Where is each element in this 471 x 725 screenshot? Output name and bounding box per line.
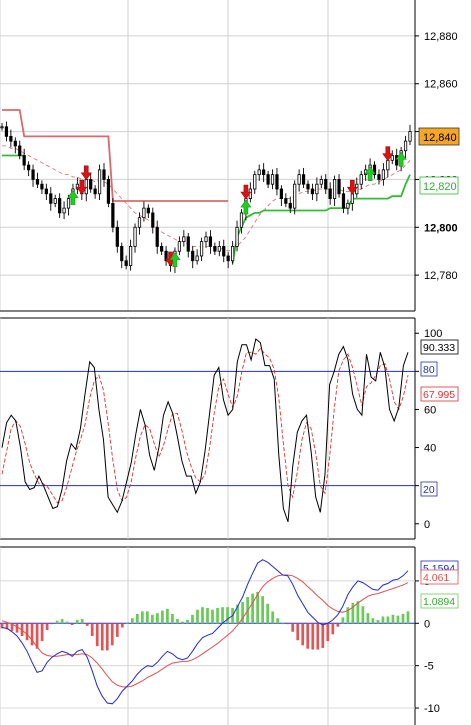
macd-histogram-bar[interactable] xyxy=(181,621,184,624)
macd-histogram-bar[interactable] xyxy=(266,603,270,624)
macd-histogram-bar[interactable] xyxy=(115,623,119,637)
macd-histogram-bar[interactable] xyxy=(80,619,84,624)
macd-histogram-bar[interactable] xyxy=(196,609,199,624)
stoch-level-20-tag: 20 xyxy=(420,481,438,497)
macd-histogram-bar[interactable] xyxy=(161,610,164,624)
stoch-tick-label: 0 xyxy=(424,519,430,531)
macd-histogram-bar[interactable] xyxy=(291,623,295,632)
macd-tick-label: -10 xyxy=(424,703,440,715)
macd-histogram-bar[interactable] xyxy=(100,623,104,651)
macd-histogram-bar[interactable] xyxy=(110,623,114,646)
stoch-d-tag: 67.995 xyxy=(420,386,459,402)
macd-histogram-bar[interactable] xyxy=(206,608,209,624)
macd-histogram-bar[interactable] xyxy=(311,623,315,650)
macd-histogram-bar[interactable] xyxy=(406,611,410,624)
histogram-tag: 1.0894 xyxy=(420,593,459,609)
price-tick-label: 12,880 xyxy=(424,31,458,43)
macd-histogram-bar[interactable] xyxy=(70,623,74,625)
macd-histogram-bar[interactable] xyxy=(296,623,300,641)
macd-histogram-bar[interactable] xyxy=(366,613,370,624)
stop-tag: 12,820 xyxy=(419,176,459,195)
macd-histogram-bar[interactable] xyxy=(156,613,159,624)
macd-histogram-bar[interactable] xyxy=(401,613,405,624)
macd-histogram-bar[interactable] xyxy=(125,622,129,624)
stoch-k-tag: 90.333 xyxy=(420,339,459,355)
macd-histogram-bar[interactable] xyxy=(226,607,229,624)
stoch-level-20-tag-text: 20 xyxy=(423,484,435,496)
macd-histogram-bar[interactable] xyxy=(55,620,59,624)
macd-histogram-bar[interactable] xyxy=(281,623,285,625)
stoch-tick-label: 100 xyxy=(424,328,442,340)
macd-histogram-bar[interactable] xyxy=(301,623,305,646)
macd-histogram-bar[interactable] xyxy=(396,615,400,624)
macd-histogram-bar[interactable] xyxy=(201,607,204,624)
macd-histogram-bar[interactable] xyxy=(261,596,265,624)
last-price-tag: 12,840 xyxy=(418,127,460,146)
macd-histogram-bar[interactable] xyxy=(316,623,320,650)
macd-histogram-bar[interactable] xyxy=(65,621,69,624)
macd-histogram-bar[interactable] xyxy=(85,623,89,626)
candle[interactable] xyxy=(106,175,111,208)
macd-histogram-bar[interactable] xyxy=(135,613,139,624)
macd-histogram-bar[interactable] xyxy=(321,623,325,648)
macd-histogram-bar[interactable] xyxy=(191,614,194,624)
candle[interactable] xyxy=(111,198,115,233)
macd-histogram-bar[interactable] xyxy=(75,619,79,624)
macd-histogram-bar[interactable] xyxy=(271,611,275,624)
macd-histogram-bar[interactable] xyxy=(166,608,169,624)
macd-histogram-bar[interactable] xyxy=(386,616,390,624)
stoch-k-tag-text: 90.333 xyxy=(423,342,455,354)
macd-histogram-bar[interactable] xyxy=(211,609,214,624)
macd-histogram-bar[interactable] xyxy=(326,623,330,642)
macd-histogram-bar[interactable] xyxy=(50,623,54,625)
macd-histogram-bar[interactable] xyxy=(186,619,189,624)
macd-tick-label: -5 xyxy=(424,661,434,673)
price-tick-label: 12,780 xyxy=(424,270,458,282)
chart-stage: 12,88012,86012,84012,82012,80012,780 12,… xyxy=(0,0,471,725)
macd-histogram-bar[interactable] xyxy=(216,608,219,624)
macd-histogram-bar[interactable] xyxy=(40,623,44,642)
macd-histogram-bar[interactable] xyxy=(45,623,49,631)
macd-histogram-bar[interactable] xyxy=(151,614,154,624)
macd-histogram-bar[interactable] xyxy=(286,623,290,625)
macd-histogram-bar[interactable] xyxy=(145,611,149,624)
macd-histogram-bar[interactable] xyxy=(381,616,385,624)
macd-histogram-bar[interactable] xyxy=(171,613,174,624)
signal-tag: 4.061 xyxy=(420,569,459,585)
stoch-tick-label: 60 xyxy=(424,404,436,416)
macd-histogram-bar[interactable] xyxy=(95,623,99,647)
macd-histogram-bar[interactable] xyxy=(105,623,109,651)
stoch-level-80-tag-text: 80 xyxy=(423,364,435,376)
macd-histogram-bar[interactable] xyxy=(371,618,375,624)
price-tick-label: 12,800 xyxy=(424,222,458,234)
stoch-tick-label: 40 xyxy=(424,443,436,455)
macd-histogram-bar[interactable] xyxy=(130,618,134,624)
macd-histogram-bar[interactable] xyxy=(176,619,179,624)
last-price-tag-text: 12,840 xyxy=(423,132,457,144)
price-tick-label: 12,860 xyxy=(424,79,458,91)
stoch-d-tag-text: 67.995 xyxy=(423,389,455,401)
stoch-level-80-tag: 80 xyxy=(420,361,438,377)
macd-histogram-bar[interactable] xyxy=(336,623,340,627)
macd-histogram-bar[interactable] xyxy=(221,607,224,624)
macd-histogram-bar[interactable] xyxy=(376,619,380,624)
macd-histogram-bar[interactable] xyxy=(331,623,335,635)
macd-histogram-bar[interactable] xyxy=(251,593,254,624)
macd-histogram-bar[interactable] xyxy=(306,623,310,649)
histogram-tag-text: 1.0894 xyxy=(423,596,455,608)
macd-histogram-bar[interactable] xyxy=(391,614,395,624)
macd-tick-label: 0 xyxy=(424,618,430,630)
macd-histogram-bar[interactable] xyxy=(341,617,345,624)
signal-tag-text: 4.061 xyxy=(423,572,449,584)
macd-histogram-bar[interactable] xyxy=(276,618,280,624)
macd-histogram-bar[interactable] xyxy=(90,623,94,636)
stop-tag-text: 12,820 xyxy=(423,181,457,193)
macd-histogram-bar[interactable] xyxy=(140,611,144,624)
macd-histogram-bar[interactable] xyxy=(361,606,365,624)
macd-histogram-bar[interactable] xyxy=(120,623,124,628)
macd-histogram-bar[interactable] xyxy=(25,623,29,641)
background xyxy=(0,0,471,725)
macd-histogram-bar[interactable] xyxy=(356,601,360,624)
macd-histogram-bar[interactable] xyxy=(60,619,64,624)
